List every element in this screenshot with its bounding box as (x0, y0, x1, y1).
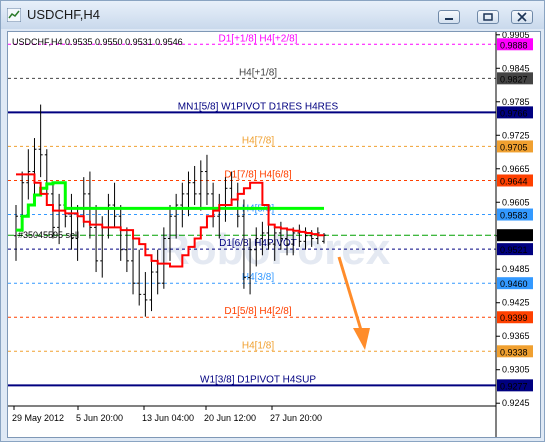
window-title: USDCHF,H4 (27, 7, 100, 22)
y-tick-9: 0.9365 (502, 331, 530, 341)
y-tick-0: 0.9905 (502, 32, 530, 40)
y-tick-1: 0.9845 (502, 63, 530, 73)
order-label: #35045595 sell (18, 230, 79, 240)
y-tick-8: 0.9425 (502, 298, 530, 308)
level-label-10: W1[3/8] D1PIVOT H4SUP (200, 374, 316, 385)
level-label-1: H4[+1/8] (239, 67, 277, 78)
level-price-2: 0.9766 (500, 108, 528, 118)
y-tick-5: 0.9605 (502, 197, 530, 207)
level-price-10: 0.9277 (500, 381, 528, 391)
close-icon (517, 12, 527, 22)
minimize-icon (445, 18, 453, 20)
level-label-7: H4[3/8] (242, 272, 274, 283)
level-price-8: 0.9399 (500, 313, 528, 323)
chart-app-icon (7, 8, 21, 22)
level-price-1: 0.9827 (500, 74, 528, 84)
level-label-3: H4[7/8] (242, 135, 274, 146)
chart-window: USDCHF,H4 RoboForex D1[+1/8] H4[+2/8] H4[… (0, 0, 545, 442)
restore-button[interactable] (477, 10, 499, 24)
y-tick-10: 0.9305 (502, 365, 530, 375)
close-button[interactable] (511, 10, 533, 24)
x-tick-0: 29 May 2012 (12, 413, 64, 423)
level-label-0: D1[+1/8] H4[+2/8] (219, 33, 298, 44)
x-tick-2: 13 Jun 04:00 (142, 413, 194, 423)
level-label-8: D1[5/8] H4[2/8] (224, 306, 291, 317)
y-tick-7: 0.9485 (502, 264, 530, 274)
y-tick-11: 0.9245 (502, 398, 530, 408)
level-price-6: 0.9521 (500, 245, 528, 255)
y-tick-2: 0.9785 (502, 97, 530, 107)
title-bar[interactable]: USDCHF,H4 (1, 1, 544, 29)
minimize-button[interactable] (438, 10, 460, 24)
level-price-3: 0.9705 (500, 142, 528, 152)
level-label-2: MN1[5/8] W1PIVOT D1RES H4RES (178, 101, 339, 112)
level-price-7: 0.9460 (500, 279, 528, 289)
level-label-6: D1[6/8] H4PIVOT (219, 238, 297, 249)
x-tick-3: 20 Jun 12:00 (204, 413, 256, 423)
price-chart[interactable]: RoboForex D1[+1/8] H4[+2/8]H4[+1/8]MN1[5… (8, 32, 540, 437)
chart-area[interactable]: RoboForex D1[+1/8] H4[+2/8] H4[+1/8] MN1[5… (7, 31, 541, 438)
level-label-9: H4[1/8] (242, 340, 274, 351)
x-tick-4: 27 Jun 20:00 (270, 413, 322, 423)
level-price-4: 0.9644 (500, 176, 528, 186)
level-price-5: 0.9583 (500, 211, 528, 221)
y-tick-6: 0.9545 (502, 231, 530, 241)
level-price-9: 0.9338 (500, 347, 528, 357)
restore-icon (483, 13, 493, 21)
level-price-0: 0.9888 (500, 40, 528, 50)
y-tick-3: 0.9725 (502, 130, 530, 140)
x-tick-1: 5 Jun 20:00 (76, 413, 123, 423)
chart-header: USDCHF,H4 0.9535 0.9550 0.9531 0.9546 (12, 37, 183, 47)
level-label-4: D1[7/8] H4[6/8] (224, 169, 291, 180)
y-tick-4: 0.9665 (502, 164, 530, 174)
